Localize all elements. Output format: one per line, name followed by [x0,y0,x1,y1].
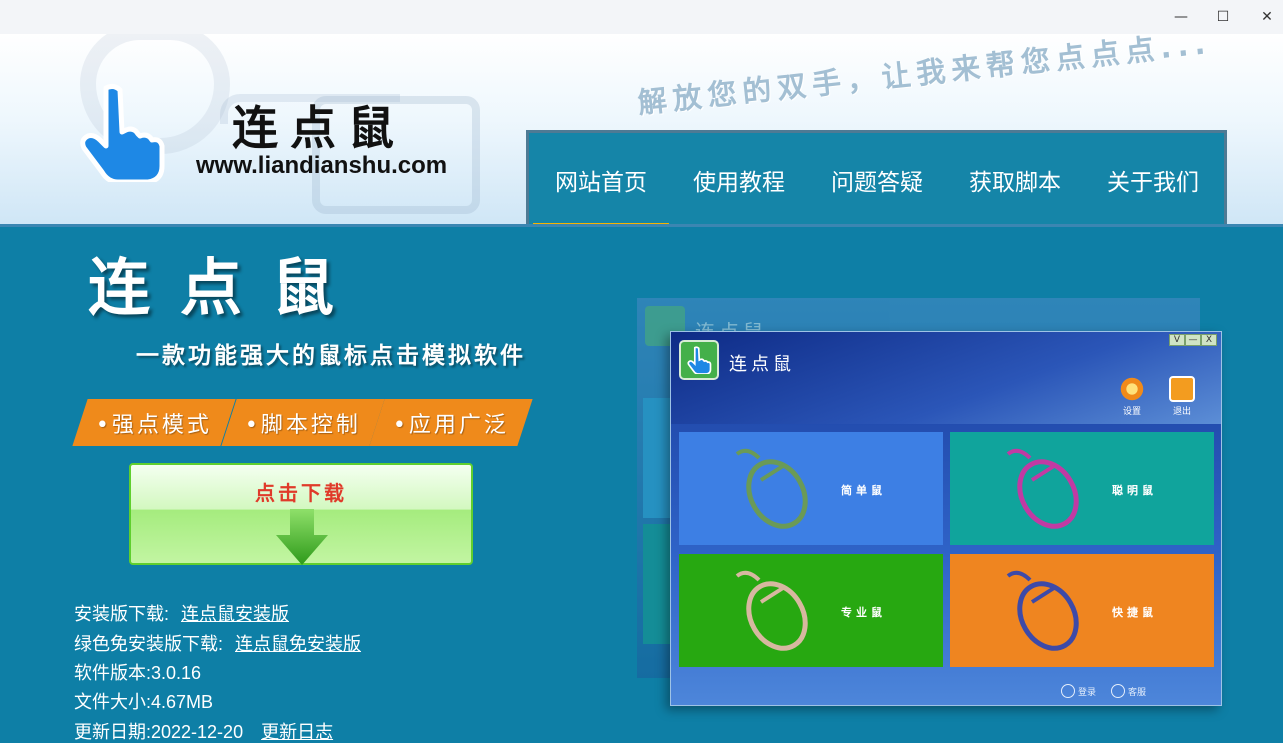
maximize-button[interactable]: ☐ [1200,0,1246,34]
gear-icon [1119,376,1145,402]
tile-smart-mouse: 聪明鼠 [950,432,1214,545]
tile-label: 聪明鼠 [1112,484,1157,497]
service-label: 客服 [1128,687,1147,698]
login-label: 登录 [1078,687,1097,698]
feature-badge-script-control: •脚本控制 [221,399,385,446]
app-preview-window-buttons: V — X [1169,334,1217,346]
portable-label: 绿色免安装版下载: [74,634,224,654]
hero-title: 连点鼠 [88,251,365,324]
service-icon [1111,684,1125,698]
download-button[interactable]: 点击下载 [129,463,473,565]
nav-item-home[interactable]: 网站首页 [533,133,669,225]
app-login: 登录 [1061,684,1096,698]
portable-download-link[interactable]: 连点鼠免安装版 [235,634,361,654]
header-divider [0,224,1283,227]
app-exit-tool: 退出 [1165,376,1199,417]
site-header: 连点鼠 www.liandianshu.com 解放您的双手，让我来帮您点点点.… [0,34,1283,225]
window-titlebar: — ☐ ✕ [0,0,1283,34]
settings-label: 设置 [1122,407,1141,417]
close-button[interactable]: ✕ [1244,0,1283,34]
mouse-icon [735,448,808,529]
update-date: 更新日期:2022-12-20 [74,722,244,742]
download-arrow-icon [276,509,328,565]
logo-title: 连点鼠 [232,101,406,155]
app-preview-footer: 登录 客服 [671,674,1221,707]
nav-item-about[interactable]: 关于我们 [1085,133,1221,225]
app-hand-icon [679,340,719,380]
tile-label: 专业鼠 [841,606,886,619]
app-settings-tool: 设置 [1115,376,1149,417]
logo-url: www.liandianshu.com [196,152,448,179]
app-close-button: X [1201,334,1217,346]
feature-badge-wide-use: •应用广泛 [369,399,533,446]
feature-label: •脚本控制 [245,412,361,438]
update-date-line: 更新日期:2022-12-20 更新日志 [74,718,333,743]
app-service: 客服 [1111,684,1146,698]
feature-label: •应用广泛 [393,412,509,438]
exit-icon [1169,376,1195,402]
pointing-hand-icon [80,83,165,182]
tile-label: 快捷鼠 [1112,606,1157,619]
app-preview-title: 连点鼠 [729,354,795,375]
mouse-icon [735,570,808,651]
installer-download-link[interactable]: 连点鼠安装版 [181,604,289,624]
app-preview-header: V — X 连点鼠 设置 退出 [671,332,1221,424]
installer-label: 安装版下载: [74,604,170,624]
mouse-icon [1006,570,1079,651]
tile-quick-mouse: 快捷鼠 [950,554,1214,667]
nav-item-scripts[interactable]: 获取脚本 [947,133,1083,225]
tile-label: 简单鼠 [841,484,886,497]
slogan: 解放您的双手，让我来帮您点点点... [636,34,1213,121]
tile-simple-mouse: 简单鼠 [679,432,943,545]
minimize-button[interactable]: — [1158,0,1204,34]
main-nav: 网站首页 使用教程 问题答疑 获取脚本 关于我们 [526,130,1227,225]
feature-label: •强点模式 [96,412,212,438]
portable-download-line: 绿色免安装版下载: 连点鼠免安装版 [74,630,361,656]
software-version: 软件版本:3.0.16 [74,663,202,683]
app-collapse-button: V [1169,334,1185,346]
app-preview-window: V — X 连点鼠 设置 退出 简单鼠 聪明鼠 专业鼠 快捷鼠 登录 客服 [670,331,1222,706]
changelog-link[interactable]: 更新日志 [261,722,333,742]
nav-item-faq[interactable]: 问题答疑 [809,133,945,225]
user-icon [1061,684,1075,698]
app-minimize-button: — [1185,334,1201,346]
mouse-icon [1006,448,1079,529]
exit-label: 退出 [1172,407,1191,417]
feature-badge-strong-click: •强点模式 [72,399,236,446]
file-size: 文件大小:4.67MB [74,692,214,712]
download-label: 点击下载 [255,481,347,505]
nav-item-tutorial[interactable]: 使用教程 [671,133,807,225]
installer-download-line: 安装版下载: 连点鼠安装版 [74,600,289,626]
hero-subtitle: 一款功能强大的鼠标点击模拟软件 [136,343,526,369]
tile-pro-mouse: 专业鼠 [679,554,943,667]
